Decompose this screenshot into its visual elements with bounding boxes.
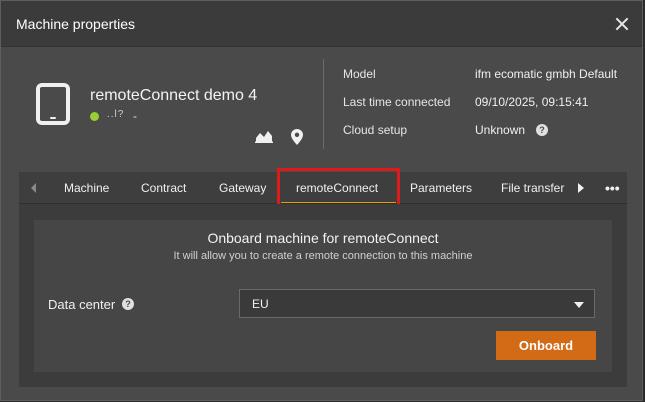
tab-contract[interactable]: Contract (141, 181, 186, 195)
dialog-titlebar: Machine properties (1, 1, 642, 47)
dialog-title: Machine properties (16, 16, 136, 32)
machine-properties-dialog: Machine properties remoteConnect demo 4 … (0, 0, 643, 401)
last-connected-label: Last time connected (343, 95, 451, 109)
data-center-help-icon[interactable]: ? (122, 298, 134, 310)
cloud-setup-label: Cloud setup (343, 123, 408, 137)
onboard-button[interactable]: Onboard (496, 331, 596, 360)
tab-remoteconnect[interactable]: remoteConnect (296, 181, 378, 195)
data-center-label: Data center (48, 297, 116, 312)
data-center-select[interactable]: EU (239, 289, 595, 318)
machine-name: remoteConnect demo 4 (90, 87, 258, 104)
onboard-subtitle: It will allow you to create a remote con… (173, 250, 473, 262)
data-center-value: EU (252, 297, 269, 311)
header-divider (323, 59, 324, 149)
active-tab-indicator (281, 202, 396, 203)
last-connected-value: 09/10/2025, 09:15:41 (475, 95, 589, 109)
tab-parameters[interactable]: Parameters (410, 181, 472, 195)
tab-file-transfer[interactable]: File transfer (501, 181, 564, 195)
tab-content: Onboard machine for remoteConnect It wil… (19, 204, 627, 387)
tab-scroll-left-icon[interactable] (31, 183, 36, 193)
tab-scroll-right-icon[interactable] (578, 183, 584, 193)
close-icon[interactable] (613, 15, 631, 33)
model-value: ifm ecomatic gmbh Default (475, 67, 618, 81)
cloud-setup-help-icon[interactable]: ? (536, 124, 548, 136)
status-indicator-icon (90, 112, 99, 121)
onboard-title: Onboard machine for remoteConnect (207, 230, 439, 246)
tab-bar: Machine Contract Gateway remoteConnect P… (19, 172, 627, 204)
more-tabs-icon[interactable]: ••• (605, 180, 620, 196)
chart-icon[interactable] (255, 129, 273, 143)
status-extra: - (133, 109, 137, 123)
cloud-setup-value: Unknown (475, 123, 526, 137)
onboard-panel: Onboard machine for remoteConnect It wil… (34, 220, 612, 372)
location-pin-icon[interactable] (291, 129, 303, 145)
tab-gateway[interactable]: Gateway (219, 181, 266, 195)
chevron-down-icon (574, 302, 584, 308)
tab-machine[interactable]: Machine (64, 181, 109, 195)
signal-strength-icon: ..l? (107, 109, 125, 120)
model-label: Model (343, 67, 376, 81)
tablet-icon (36, 83, 70, 125)
